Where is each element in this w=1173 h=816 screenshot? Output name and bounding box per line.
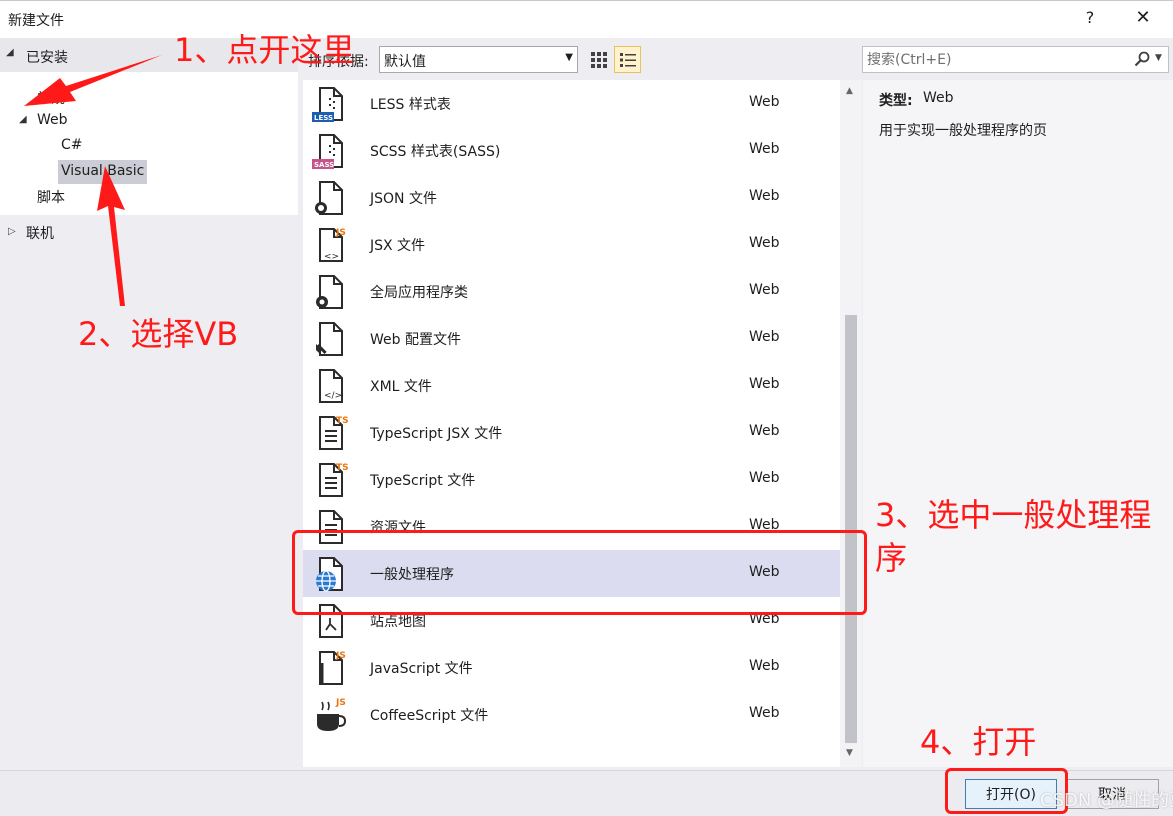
grid-view-button[interactable] <box>585 46 612 73</box>
svg-text:JS: JS <box>335 228 346 238</box>
search-icon[interactable] <box>1134 51 1150 67</box>
tree-node-script[interactable]: 脚本 <box>37 187 65 207</box>
template-category: Web <box>749 423 780 439</box>
json-icon <box>312 179 352 217</box>
template-name: 全局应用程序类 <box>370 285 468 301</box>
template-tree: 常规 ◢ Web C# Visual Basic 脚本 <box>0 72 298 215</box>
web-config-icon <box>312 320 352 358</box>
template-row[interactable]: LESS LESS 样式表 Web <box>303 80 840 127</box>
template-row[interactable]: 全局应用程序类 Web <box>303 268 840 315</box>
annotation-step1: 1、点开这里 <box>174 31 355 69</box>
svg-text:JS: JS <box>335 651 346 661</box>
template-row[interactable]: <> JS JSX 文件 Web <box>303 221 840 268</box>
chevron-down-icon: ▼ <box>565 52 573 63</box>
expanded-arrow-icon[interactable]: ◢ <box>6 47 14 58</box>
jsx-icon: <> JS <box>312 226 352 264</box>
template-row[interactable]: JS CoffeeScript 文件 Web <box>303 691 840 738</box>
svg-text:</>: </> <box>324 391 342 401</box>
svg-text:TS: TS <box>336 463 349 473</box>
svg-text:<>: <> <box>324 252 339 262</box>
annotation-box-handler <box>292 530 867 615</box>
grid-view-icon <box>590 51 607 68</box>
template-name: JavaScript 文件 <box>370 661 473 677</box>
tree-node-general[interactable]: 常规 <box>37 88 65 108</box>
global-app-class-icon <box>312 273 352 311</box>
template-row[interactable]: </> XML 文件 Web <box>303 362 840 409</box>
details-type-label: 类型: <box>879 93 913 109</box>
annotation-step3-line2: 序 <box>875 539 908 577</box>
svg-text:TS: TS <box>336 416 349 426</box>
template-name: JSX 文件 <box>370 238 426 254</box>
tree-node-csharp[interactable]: C# <box>61 137 83 153</box>
template-row[interactable]: TS TypeScript JSX 文件 Web <box>303 409 840 456</box>
template-category: Web <box>749 235 780 251</box>
template-name: TypeScript 文件 <box>370 473 476 489</box>
scroll-down-arrow-icon[interactable]: ▼ <box>846 748 853 758</box>
template-name: LESS 样式表 <box>370 97 451 113</box>
template-category: Web <box>749 329 780 345</box>
tree-node-online[interactable]: 联机 <box>26 223 54 243</box>
less-icon: LESS <box>312 85 352 123</box>
template-name: CoffeeScript 文件 <box>370 708 489 724</box>
template-name: SCSS 样式表(SASS) <box>370 144 501 160</box>
scss-icon: SASS <box>312 132 352 170</box>
sort-value: 默认值 <box>384 54 426 70</box>
template-name: Web 配置文件 <box>370 332 461 348</box>
coffeescript-icon: JS <box>312 696 352 734</box>
search-options-chevron-icon[interactable]: ▼ <box>1155 53 1162 63</box>
tree-label-installed: 已安装 <box>26 50 68 66</box>
template-row[interactable]: SASS SCSS 样式表(SASS) Web <box>303 127 840 174</box>
list-view-icon <box>619 52 636 67</box>
typescript-jsx-icon: TS <box>312 414 352 452</box>
template-name: TypeScript JSX 文件 <box>370 426 503 442</box>
tree-node-web[interactable]: Web <box>37 112 68 128</box>
template-row[interactable]: TS TypeScript 文件 Web <box>303 456 840 503</box>
typescript-icon: TS <box>312 461 352 499</box>
svg-text:LESS: LESS <box>314 114 333 122</box>
xml-icon: </> <box>312 367 352 405</box>
details-type-value: Web <box>923 90 954 106</box>
template-category: Web <box>749 376 780 392</box>
search-box[interactable] <box>862 46 1169 73</box>
template-category: Web <box>749 658 780 674</box>
svg-text:SASS: SASS <box>314 161 334 169</box>
template-row[interactable]: JS JavaScript 文件 Web <box>303 644 840 691</box>
details-pane <box>863 80 1173 767</box>
list-view-button[interactable] <box>614 46 641 73</box>
details-description: 用于实现一般处理程序的页 <box>879 123 1047 139</box>
window-title: 新建文件 <box>8 13 64 29</box>
annotation-step2: 2、选择VB <box>78 315 239 353</box>
annotation-step3-line1: 3、选中一般处理程 <box>875 496 1152 534</box>
javascript-icon: JS <box>312 649 352 687</box>
help-button[interactable]: ? <box>1080 8 1100 27</box>
scroll-up-arrow-icon[interactable]: ▲ <box>846 86 853 96</box>
scrollbar-thumb[interactable] <box>845 315 857 743</box>
template-name: XML 文件 <box>370 379 432 395</box>
search-input[interactable] <box>867 50 1127 70</box>
template-category: Web <box>749 188 780 204</box>
template-list[interactable]: LESS LESS 样式表 Web SASS SCSS 样式表(SASS) Web JSON… <box>303 80 840 767</box>
template-category: Web <box>749 282 780 298</box>
close-button[interactable]: ✕ <box>1131 7 1155 28</box>
template-category: Web <box>749 94 780 110</box>
template-row[interactable]: Web 配置文件 Web <box>303 315 840 362</box>
collapsed-arrow-icon[interactable]: ▷ <box>8 226 16 237</box>
svg-text:JS: JS <box>335 698 346 708</box>
template-name: JSON 文件 <box>370 191 437 207</box>
template-category: Web <box>749 705 780 721</box>
watermark: CSDN @随性的豆千 <box>1040 790 1173 811</box>
sort-dropdown[interactable]: 默认值 ▼ <box>379 46 578 73</box>
template-category: Web <box>749 470 780 486</box>
template-category: Web <box>749 141 780 157</box>
expanded-arrow-icon[interactable]: ◢ <box>19 114 27 125</box>
tree-node-visual-basic[interactable]: Visual Basic <box>58 160 148 184</box>
annotation-step4: 4、打开 <box>920 723 1037 761</box>
template-row[interactable]: JSON 文件 Web <box>303 174 840 221</box>
